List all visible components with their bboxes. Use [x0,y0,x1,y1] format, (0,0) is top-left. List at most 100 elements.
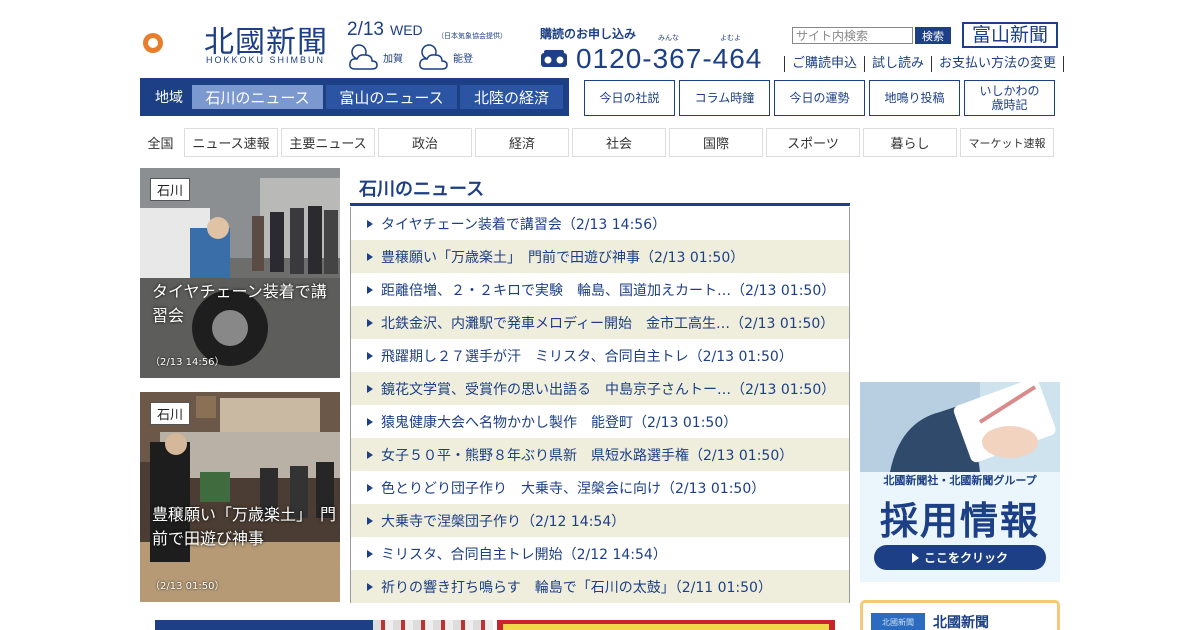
date-value: 2/13 [347,19,384,40]
cloudy-icon [419,44,448,70]
arrow-right-icon [367,417,373,426]
logo-text-en: HOKKOKU SHIMBUN [206,55,326,65]
arrow-right-icon [367,483,373,492]
tab-ishikawa-news[interactable]: 石川のニュース [192,85,323,109]
news-list-item[interactable]: 祈りの響き打ち鳴らす 輪島で「石川の太鼓」（2/11 01:50） [351,570,849,603]
news-list-item[interactable]: 猿鬼健康大会へ名物かかし製作 能登町（2/13 01:50） [351,405,849,438]
category-label: 全国 [147,137,174,152]
arrow-right-icon [367,252,373,261]
news-list-item[interactable]: 女子５０平・熊野８年ぶり県新 県短水路選手権（2/13 01:50） [351,438,849,471]
category-sports[interactable]: スポーツ [766,128,860,157]
photo-region-tag: 石川 [150,402,191,425]
phone-line: 0120-367-464 [540,43,762,75]
category-economy[interactable]: 経済 [475,128,569,157]
recruit-title: 採用情報 [879,499,1040,543]
arrow-right-icon [367,582,373,591]
photo-timestamp: （2/13 14:56） [150,357,225,368]
ad-logo-box: 北國新聞 [871,613,925,630]
site-logo[interactable]: 北國新聞 HOKKOKU SHIMBUN [140,15,340,67]
seasonal-events-button[interactable]: いしかわの 歳時記 [964,80,1055,116]
photo-timestamp: （2/13 01:50） [150,581,225,592]
link-subscribe[interactable]: ご購読申込 [784,56,864,72]
news-headline: 距離倍増、２・２キロで実験 輪島、国道加えカート…（2/13 01:50） [381,282,836,299]
arrow-right-icon [367,351,373,360]
news-list-item[interactable]: 距離倍増、２・２キロで実験 輪島、国道加えカート…（2/13 01:50） [351,273,849,306]
phone-number: 0120-367-464 [576,43,763,74]
arrow-right-icon [367,516,373,525]
news-list-item[interactable]: 豊穣願い「万歳楽土」 門前で田遊び神事（2/13 01:50） [351,240,849,273]
link-payment-change[interactable]: お支払い方法の変更 [931,56,1065,72]
category-society[interactable]: 社会 [572,128,666,157]
news-list-item[interactable]: 大乗寺で涅槃団子作り（2/12 14:54） [351,504,849,537]
search-input[interactable] [792,27,913,44]
category-international[interactable]: 国際 [669,128,763,157]
news-section-title[interactable]: 石川のニュース [359,175,484,201]
link-trial[interactable]: 試し読み [864,56,931,72]
tab-hokuriku-economy[interactable]: 北陸の経済 [460,85,563,109]
photo-caption: 豊穣願い「万歳楽土」 門前で田遊び神事 [152,505,337,548]
arrow-right-icon [367,318,373,327]
photo-story-tire-chain[interactable]: 石川 タイヤチェーン装着で講習会 （2/13 14:56） [140,168,340,378]
category-breaking-news[interactable]: ニュース速報 [184,128,278,157]
category-market-news[interactable]: マーケット速報 [960,128,1054,157]
arrow-right-icon [367,285,373,294]
phone-ruby-2: よむよ [720,34,741,42]
recruit-button-label: ここをクリック [923,551,1008,565]
tab-toyama-news[interactable]: 富山のニュース [326,85,457,109]
utility-links: ご購読申込 試し読み お支払い方法の変更 [784,56,1065,72]
feature-buttons: 今日の社説 コラム時鐘 今日の運勢 地鳴り投稿 いしかわの 歳時記 [584,80,1055,116]
search-button[interactable]: 検索 [915,27,951,44]
news-list-item[interactable]: 色とりどり団子作り 大乗寺、涅槃会に向け（2/13 01:50） [351,471,849,504]
news-headline: 色とりどり団子作り 大乗寺、涅槃会に向け（2/13 01:50） [381,480,766,497]
news-section-header: 石川のニュース [350,170,850,206]
recruit-banner[interactable]: 北國新聞社・北國新聞グループ 採用情報 ここをクリック [860,382,1060,582]
phone-icon [541,50,567,67]
editorial-button[interactable]: 今日の社説 [584,80,675,116]
hokkoku-ad-banner[interactable]: 北國新聞 北國新聞 [860,600,1060,630]
weather-kaga[interactable]: 加賀 [347,43,403,71]
news-headline: 猿鬼健康大会へ名物かかし製作 能登町（2/13 01:50） [381,414,738,431]
weekday: WED [389,22,423,38]
play-icon [911,552,919,563]
phone-ruby-1: みんな [658,34,679,42]
news-list-item[interactable]: 北鉄金沢、内灘駅で発車メロディー開始 金市工高生…（2/13 01:50） [351,306,849,339]
photo-story-ritual[interactable]: 石川 豊穣願い「万歳楽土」 門前で田遊び神事 （2/13 01:50） [140,392,340,602]
category-politics[interactable]: 政治 [378,128,472,157]
toyama-shimbun-logo[interactable]: 富山新聞 [962,22,1058,48]
site-search: 検索 [792,27,951,44]
recruit-click-button[interactable]: ここをクリック [874,545,1046,570]
news-headline: タイヤチェーン装着で講習会（2/13 14:56） [381,216,667,233]
news-list-item[interactable]: 鏡花文学賞、受賞作の思い出語る 中島京子さんトー…（2/13 01:50） [351,372,849,405]
news-headline: 豊穣願い「万歳楽土」 門前で田遊び神事（2/13 01:50） [381,249,745,266]
cloudy-icon [349,44,378,70]
news-headline: ミリスタ、合同自主トレ開始（2/12 14:54） [381,546,667,563]
weather-area-label: 能登 [453,53,473,65]
date-weather: 2/13 WED （日本気象協会提供） 加賀 能登 [347,19,507,74]
news-list: タイヤチェーン装着で講習会（2/13 14:56） 豊穣願い「万歳楽土」 門前で田… [350,207,850,603]
weather-source[interactable]: （日本気象協会提供） [437,31,507,41]
category-living[interactable]: 暮らし [863,128,957,157]
news-list-item[interactable]: タイヤチェーン装着で講習会（2/13 14:56） [351,207,849,240]
news-headline: 鏡花文学賞、受賞作の思い出語る 中島京子さんトー…（2/13 01:50） [381,381,836,398]
arrow-right-icon [367,219,373,228]
subscription-contact[interactable]: 購読のお申し込み みんな よむよ 0120-367-464 [540,25,780,77]
category-top-news[interactable]: 主要ニュース [281,128,375,157]
column-jisho-button[interactable]: コラム時鐘 [679,80,770,116]
news-list-item[interactable]: ミリスタ、合同自主トレ開始（2/12 14:54） [351,537,849,570]
region-nav: 地域 石川のニュース 富山のニュース 北陸の経済 [140,78,569,116]
weather-noto[interactable]: 能登 [417,43,473,71]
weather-area-label: 加賀 [383,53,403,65]
arrow-right-icon [367,384,373,393]
arrow-right-icon [367,450,373,459]
news-headline: 大乗寺で涅槃団子作り（2/12 14:54） [381,513,626,530]
region-label: 地域 [155,90,183,106]
news-list-item[interactable]: 飛躍期し２７選手が汗 ミリスタ、合同自主トレ（2/13 01:50） [351,339,849,372]
news-headline: 女子５０平・熊野８年ぶり県新 県短水路選手権（2/13 01:50） [381,447,794,464]
arrow-right-icon [367,549,373,558]
bottom-ad-banner-1[interactable] [155,620,493,630]
horoscope-button[interactable]: 今日の運勢 [774,80,865,116]
photo-caption: タイヤチェーン装着で講習会 [152,282,327,325]
bottom-ad-banner-2[interactable] [497,620,835,630]
reader-post-button[interactable]: 地鳴り投稿 [869,80,960,116]
recruit-subtitle: 北國新聞社・北國新聞グループ [883,474,1037,487]
